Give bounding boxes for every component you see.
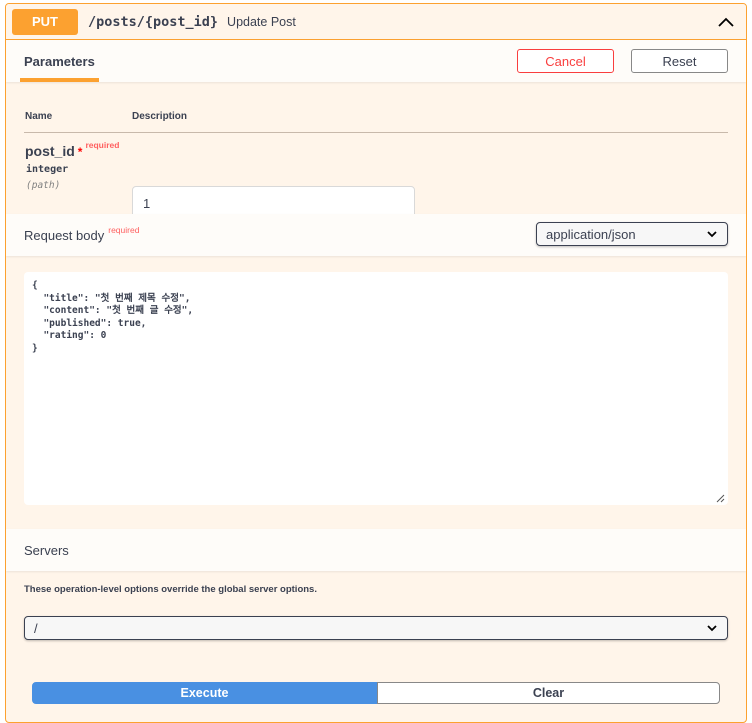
collapse-button[interactable] — [714, 10, 738, 34]
request-body-header: Request body required application/json — [6, 214, 746, 256]
operation-summary-text: Update Post — [227, 14, 296, 29]
parameters-table: Name Description post_id * required intege… — [6, 82, 746, 220]
required-star: * — [77, 145, 83, 159]
tab-parameters[interactable]: Parameters — [20, 40, 99, 82]
cancel-button[interactable]: Cancel — [517, 49, 614, 73]
content-type-value: application/json — [546, 226, 636, 242]
request-body-section: { "title": "첫 번째 제목 수정", "content": "첫 번… — [6, 256, 746, 529]
operation-block-put: PUT /posts/{post_id} Update Post Paramet… — [5, 3, 747, 723]
chevron-up-icon — [718, 17, 734, 27]
execute-button[interactable]: Execute — [32, 682, 377, 704]
servers-section: These operation-level options override t… — [6, 571, 746, 722]
content-type-select[interactable]: application/json — [536, 222, 728, 246]
servers-header: Servers — [6, 529, 746, 571]
param-required-label: required — [85, 140, 120, 150]
param-type: integer — [26, 164, 69, 175]
reset-button[interactable]: Reset — [631, 49, 728, 73]
column-description: Description — [132, 111, 188, 122]
server-select[interactable]: / — [24, 616, 728, 640]
chevron-down-icon — [707, 231, 717, 238]
param-name: post_id * required — [25, 140, 120, 159]
execute-actions: Execute Clear — [32, 682, 720, 704]
param-location: (path) — [26, 180, 61, 191]
servers-title: Servers — [24, 542, 69, 558]
chevron-down-icon — [707, 625, 717, 632]
clear-button[interactable]: Clear — [377, 682, 720, 704]
request-body-required-label: required — [108, 225, 140, 235]
parameters-column-headers: Name Description — [24, 107, 728, 133]
server-select-value: / — [34, 620, 38, 636]
request-body-editor[interactable]: { "title": "첫 번째 제목 수정", "content": "첫 번… — [24, 272, 728, 505]
param-name-text: post_id — [25, 143, 75, 159]
tab-parameters-label: Parameters — [24, 53, 95, 69]
parameters-header: Parameters Cancel Reset — [6, 40, 746, 82]
method-badge: PUT — [12, 8, 78, 35]
servers-note: These operation-level options override t… — [24, 584, 317, 595]
request-body-title: Request body — [24, 227, 105, 243]
operation-path: /posts/{post_id} — [88, 13, 219, 30]
resize-handle-icon[interactable] — [716, 494, 725, 503]
operation-summary[interactable]: PUT /posts/{post_id} Update Post — [6, 4, 746, 40]
column-name: Name — [25, 111, 53, 122]
